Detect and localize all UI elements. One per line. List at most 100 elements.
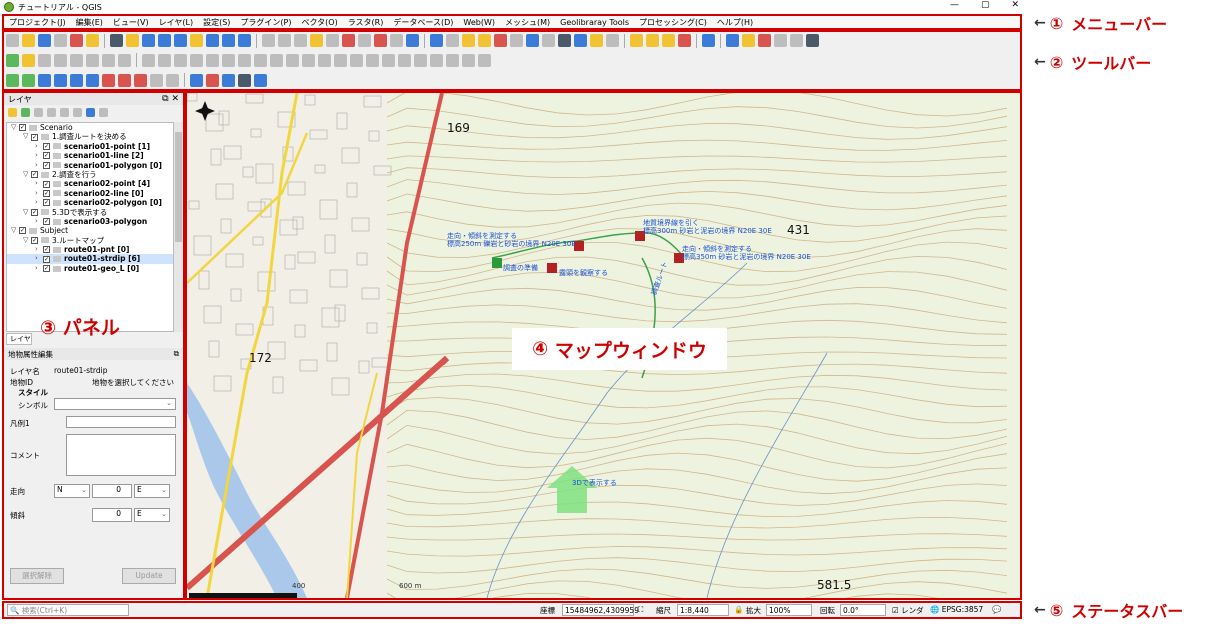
layer-tree-row[interactable]: › ✓ scenario01-polygon [0] [7, 161, 173, 170]
tb2-tool-icon-19[interactable] [302, 53, 315, 67]
magnifier-field[interactable]: 100% [766, 604, 812, 616]
strike-direction-select[interactable]: N ⌄ [54, 484, 90, 498]
menu-item-3[interactable]: レイヤ(L) [154, 17, 198, 28]
tb1-tool-icon-53[interactable] [806, 34, 819, 47]
tb1-tool-icon-28[interactable] [430, 34, 443, 47]
expand-icon[interactable]: › [35, 264, 43, 273]
layer-visibility-checkbox[interactable]: ✓ [43, 152, 50, 160]
tb1-tool-icon-52[interactable] [790, 34, 803, 47]
strike-direction2-select[interactable]: E ⌄ [134, 484, 170, 498]
locator-search-input[interactable]: 🔍 検索(Ctrl+K) [7, 604, 129, 616]
tb3-tool-icon-2[interactable] [38, 73, 51, 87]
layer-visibility-checkbox[interactable]: ✓ [31, 171, 38, 179]
layer-visibility-checkbox[interactable]: ✓ [31, 133, 38, 141]
menu-item-13[interactable]: ヘルプ(H) [712, 17, 758, 28]
tb2-tool-icon-20[interactable] [318, 53, 331, 67]
tb1-tool-icon-9[interactable] [142, 34, 155, 47]
symbol-select[interactable]: ⌄ [54, 398, 176, 410]
layer-tree-row[interactable]: › ✓ scenario03-polygon [7, 217, 173, 226]
tb1-tool-icon-1[interactable] [22, 34, 35, 47]
comment-textarea[interactable] [66, 434, 176, 476]
tb2-tool-icon-4[interactable] [70, 53, 83, 67]
tb1-tool-icon-43[interactable] [662, 34, 675, 47]
tb1-tool-icon-12[interactable] [190, 34, 203, 47]
layer-tree-row[interactable]: › ✓ scenario02-line [0] [7, 189, 173, 198]
dip-value-spinbox[interactable]: 0 [92, 508, 132, 522]
layer-visibility-checkbox[interactable]: ✓ [19, 227, 26, 235]
tb2-tool-icon-11[interactable] [174, 53, 187, 67]
layer-visibility-checkbox[interactable]: ✓ [43, 199, 50, 207]
tb3-tool-icon-1[interactable] [22, 73, 35, 87]
tb1-tool-icon-39[interactable] [606, 34, 619, 47]
tb1-tool-icon-3[interactable] [54, 34, 67, 47]
tb1-tool-icon-11[interactable] [174, 34, 187, 47]
layer-visibility-checkbox[interactable]: ✓ [43, 142, 50, 150]
tb2-tool-icon-12[interactable] [190, 53, 203, 67]
scale-field[interactable]: 1:8,440 [677, 604, 729, 616]
dip-direction-select[interactable]: E ⌄ [134, 508, 170, 522]
tb2-tool-icon-5[interactable] [86, 53, 99, 67]
tb2-tool-icon-26[interactable] [414, 53, 427, 67]
layer-visibility-checkbox[interactable]: ✓ [43, 265, 50, 273]
layer-visibility-checkbox[interactable]: ✓ [19, 124, 26, 132]
clear-selection-button[interactable]: 選択解除 [10, 568, 64, 584]
tb3-tool-icon-16[interactable] [254, 73, 267, 87]
layer-tree-row[interactable]: ▽ ✓ 3.ルートマップ [7, 236, 173, 245]
expand-icon[interactable]: ▽ [11, 123, 19, 132]
tb3-tool-icon-6[interactable] [102, 73, 115, 87]
layer-tree-row[interactable]: › ✓ scenario01-point [1] [7, 142, 173, 151]
menu-item-8[interactable]: データベース(D) [388, 17, 458, 28]
tb2-tool-icon-9[interactable] [142, 53, 155, 67]
menu-item-10[interactable]: メッシュ(M) [500, 17, 555, 28]
layer-tree-row[interactable]: ▽ ✓ Subject [7, 226, 173, 235]
lock-icon[interactable]: 🔒 [734, 605, 743, 614]
render-checkbox[interactable]: ☑ レンダ [892, 605, 924, 616]
layer-tool-icon-3[interactable] [47, 107, 56, 117]
tb3-tool-icon-15[interactable] [238, 73, 251, 87]
tb3-tool-icon-3[interactable] [54, 73, 67, 87]
tb1-tool-icon-48[interactable] [726, 34, 739, 47]
tb1-tool-icon-46[interactable] [702, 34, 715, 47]
tb2-tool-icon-22[interactable] [350, 53, 363, 67]
close-button[interactable]: ✕ [1011, 0, 1019, 10]
tb1-tool-icon-24[interactable] [374, 34, 387, 47]
expand-icon[interactable]: › [35, 217, 43, 226]
layer-tool-icon-5[interactable] [73, 107, 82, 117]
layer-visibility-checkbox[interactable]: ✓ [43, 189, 50, 197]
map-canvas[interactable]: 169 431 172 581.5 400 600 m 走向・傾斜を測定する 標… [185, 91, 1022, 600]
strike-value-spinbox[interactable]: 0 [92, 484, 132, 498]
tb1-tool-icon-19[interactable] [294, 34, 307, 47]
menu-item-2[interactable]: ビュー(V) [108, 17, 154, 28]
layer-tree-row[interactable]: › ✓ route01-pnt [0] [7, 245, 173, 254]
tb1-tool-icon-26[interactable] [406, 34, 419, 47]
tb2-tool-icon-17[interactable] [270, 53, 283, 67]
tb1-tool-icon-23[interactable] [358, 34, 371, 47]
expand-icon[interactable]: ▽ [23, 236, 31, 245]
menu-item-1[interactable]: 編集(E) [71, 17, 108, 28]
tb1-tool-icon-7[interactable] [110, 34, 123, 47]
menu-item-0[interactable]: プロジェクト(J) [4, 17, 71, 28]
tb1-tool-icon-18[interactable] [278, 34, 291, 47]
layer-tree-row[interactable]: › ✓ scenario01-line [2] [7, 151, 173, 160]
tb2-tool-icon-3[interactable] [54, 53, 67, 67]
layer-tree-row[interactable]: ▽ ✓ 1.調査ルートを決める [7, 132, 173, 141]
tb1-tool-icon-31[interactable] [478, 34, 491, 47]
tb1-tool-icon-30[interactable] [462, 34, 475, 47]
layer-visibility-checkbox[interactable]: ✓ [31, 208, 38, 216]
tb1-tool-icon-0[interactable] [6, 34, 19, 47]
tb2-tool-icon-6[interactable] [102, 53, 115, 67]
tb1-tool-icon-32[interactable] [494, 34, 507, 47]
menu-item-11[interactable]: Geolibraray Tools [555, 18, 634, 27]
tb1-tool-icon-38[interactable] [590, 34, 603, 47]
tb2-tool-icon-18[interactable] [286, 53, 299, 67]
tb2-tool-icon-27[interactable] [430, 53, 443, 67]
expand-icon[interactable]: › [35, 245, 43, 254]
tb3-tool-icon-0[interactable] [6, 73, 19, 87]
layer-visibility-checkbox[interactable]: ✓ [43, 161, 50, 169]
layer-visibility-checkbox[interactable]: ✓ [31, 236, 38, 244]
tb3-tool-icon-5[interactable] [86, 73, 99, 87]
expand-icon[interactable]: ▽ [23, 132, 31, 141]
tb2-tool-icon-29[interactable] [462, 53, 475, 67]
menu-item-5[interactable]: プラグイン(P) [235, 17, 296, 28]
expand-icon[interactable]: ▽ [23, 208, 31, 217]
